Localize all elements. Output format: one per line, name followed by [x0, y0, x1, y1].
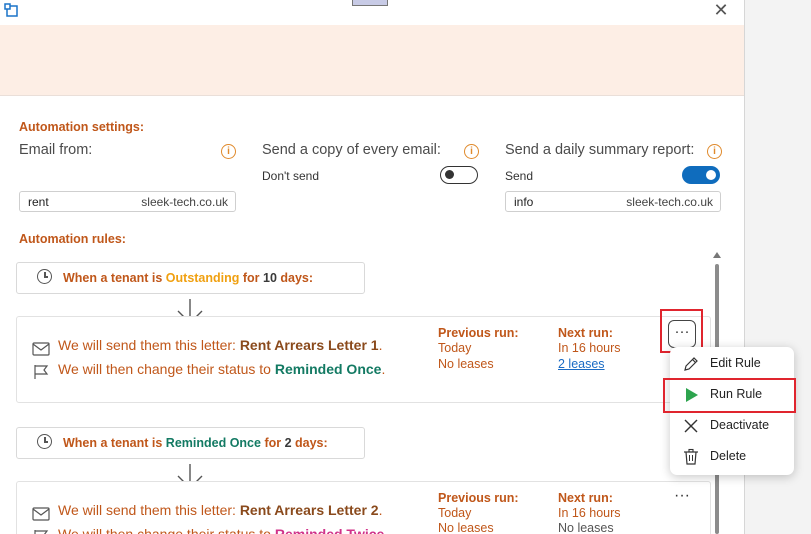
scroll-up-arrow[interactable]: [713, 252, 721, 258]
previous-run-label: Previous run:: [438, 326, 519, 340]
letter-line: We will send them this letter: Rent Arre…: [58, 502, 383, 518]
close-icon[interactable]: ✕: [712, 1, 730, 19]
menu-item-deactivate[interactable]: Deactivate: [670, 412, 794, 440]
flag-icon: [34, 530, 49, 534]
previous-run-result: No leases: [438, 357, 494, 371]
summary-email-field[interactable]: info sleek-tech.co.uk: [505, 191, 721, 212]
automation-settings-title: Automation settings:: [19, 120, 144, 134]
automation-rules-title: Automation rules:: [19, 232, 126, 246]
trash-icon: [684, 448, 698, 465]
mail-icon: [32, 507, 50, 521]
clock-icon: [37, 434, 52, 449]
email-domain: sleek-tech.co.uk: [626, 195, 713, 209]
clock-icon: [37, 269, 52, 284]
copy-email-label: Send a copy of every email:: [262, 142, 441, 158]
app-icon: [4, 3, 18, 17]
previous-run-value: Today: [438, 341, 472, 355]
letter-line: We will send them this letter: Rent Arre…: [58, 337, 383, 353]
status-change-line: We will then change their status to Remi…: [58, 361, 386, 377]
toggle-knob: [706, 170, 716, 180]
previous-run-value: Today: [438, 506, 472, 520]
info-icon[interactable]: i: [707, 144, 722, 159]
copy-email-toggle[interactable]: [440, 166, 478, 184]
daily-summary-label: Send a daily summary report:: [505, 142, 695, 158]
email-domain: sleek-tech.co.uk: [141, 195, 228, 209]
email-from-label: Email from:: [19, 142, 93, 158]
menu-item-label: Delete: [710, 449, 747, 463]
header-banner: [0, 25, 744, 96]
copy-email-state: Don't send: [262, 169, 319, 183]
rule-trigger: When a tenant is Reminded Once for 2 day…: [16, 427, 365, 459]
pencil-icon: [684, 357, 698, 371]
x-icon: [684, 419, 698, 433]
next-run-value: In 16 hours: [558, 341, 621, 355]
previous-run-label: Previous run:: [438, 491, 519, 505]
email-local-part: rent: [28, 195, 49, 209]
email-from-field[interactable]: rent sleek-tech.co.uk: [19, 191, 236, 212]
menu-item-label: Edit Rule: [710, 356, 761, 370]
next-run-leases-link[interactable]: 2 leases: [558, 357, 605, 371]
highlight-box: [663, 378, 796, 413]
daily-summary-state: Send: [505, 169, 534, 183]
menu-item-delete[interactable]: Delete: [670, 443, 794, 471]
next-run-value: In 16 hours: [558, 506, 621, 520]
trigger-text: When a tenant is Outstanding for 10 days…: [63, 271, 314, 285]
more-options-button[interactable]: ···: [674, 487, 690, 505]
automation-dialog: ✕ Automation settings: Email from: i ren…: [0, 0, 744, 534]
mail-icon: [32, 342, 50, 356]
info-icon[interactable]: i: [221, 144, 236, 159]
next-run-label: Next run:: [558, 491, 613, 505]
email-local-part: info: [514, 195, 534, 209]
flag-icon: [34, 365, 49, 379]
title-bar-tab: [352, 0, 388, 6]
menu-item-label: Deactivate: [710, 418, 770, 432]
menu-item-edit-rule[interactable]: Edit Rule: [670, 350, 794, 378]
toggle-knob: [445, 170, 454, 179]
next-run-result: No leases: [558, 521, 614, 534]
daily-summary-toggle[interactable]: [682, 166, 720, 184]
next-run-label: Next run:: [558, 326, 613, 340]
info-icon[interactable]: i: [464, 144, 479, 159]
trigger-text: When a tenant is Reminded Once for 2 day…: [63, 436, 328, 450]
rule-trigger: When a tenant is Outstanding for 10 days…: [16, 262, 365, 294]
previous-run-result: No leases: [438, 521, 494, 534]
status-change-line: We will then change their status to Remi…: [58, 526, 385, 534]
